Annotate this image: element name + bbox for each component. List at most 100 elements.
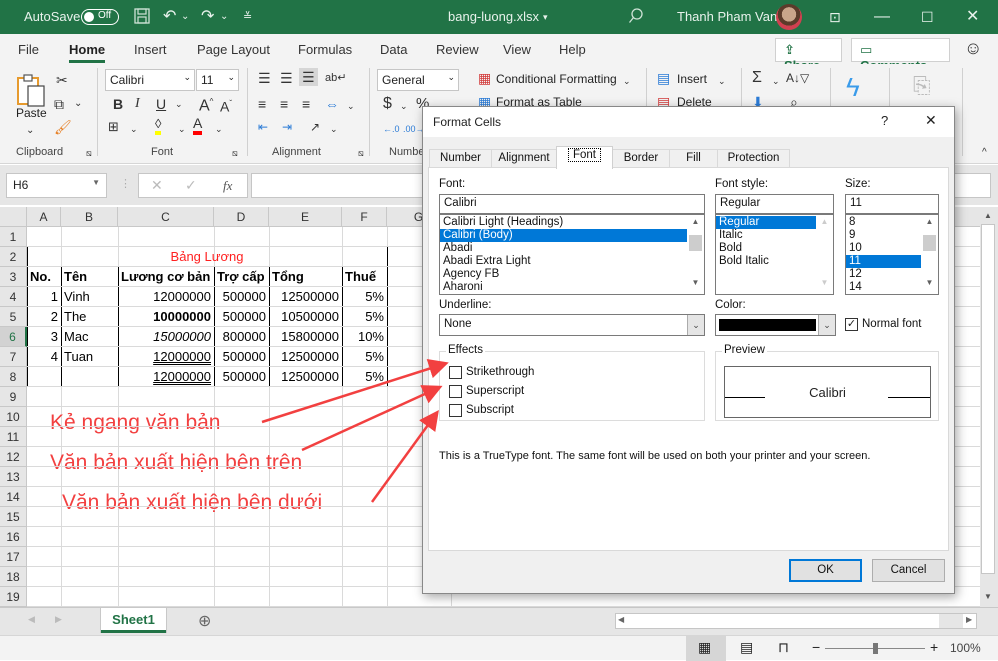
redo-dropdown-icon[interactable]: ⌄ (220, 7, 228, 27)
paste-dropdown-icon[interactable]: ⌄ (26, 122, 34, 140)
cell-name[interactable] (61, 367, 118, 387)
user-avatar[interactable] (776, 4, 802, 30)
decrease-indent-icon[interactable]: ⇤ (258, 118, 268, 136)
align-right-icon[interactable]: ≡ (302, 95, 310, 113)
scroll-up-icon[interactable]: ▲ (984, 211, 992, 220)
font-option[interactable]: Abadi Extra Light (440, 255, 704, 268)
confirm-entry-icon[interactable]: ✓ (185, 177, 197, 194)
font-size-list[interactable]: 8 9 10 11 12 14 ▲ ▼ (845, 214, 939, 295)
scroll-left-icon[interactable]: ◀ (618, 615, 624, 624)
increase-font-size-icon[interactable]: A^ (199, 93, 213, 115)
row-header-14[interactable]: 14 (0, 487, 27, 507)
sheet-tab-sheet1[interactable]: Sheet1 (101, 608, 166, 633)
cell-base-salary[interactable]: 12000000 (118, 347, 214, 367)
borders-dropdown-icon[interactable]: ⌄ (130, 120, 138, 138)
font-size-select[interactable]: 11 ⌄ (196, 69, 239, 91)
font-style-input[interactable]: Regular (715, 194, 834, 214)
scroll-up-icon[interactable]: ▲ (816, 217, 833, 231)
cell-name[interactable]: Mac (61, 327, 118, 347)
autosum-dropdown-icon[interactable]: ⌄ (772, 72, 780, 90)
alignment-launcher-icon[interactable]: ⧅ (358, 144, 364, 162)
scroll-down-icon[interactable]: ▼ (816, 278, 833, 292)
italic-icon[interactable]: I (135, 95, 140, 113)
ok-button[interactable]: OK (789, 559, 862, 582)
row-header-1[interactable]: 1 (0, 227, 27, 247)
cell-tax[interactable]: 5% (342, 367, 387, 387)
vertical-scrollbar[interactable]: ▲ ▼ (980, 207, 998, 607)
cell-allowance[interactable]: 500000 (214, 287, 269, 307)
menu-data[interactable]: Data (380, 42, 407, 57)
scroll-up-icon[interactable]: ▲ (687, 217, 704, 231)
align-top-icon[interactable]: ☰ (258, 69, 271, 87)
font-name-select[interactable]: Calibri ⌄ (105, 69, 195, 91)
merge-center-icon[interactable]: ⇔ (325, 95, 339, 113)
row-header-5[interactable]: 5 (0, 307, 27, 327)
menu-file[interactable]: File (18, 42, 39, 57)
column-header-e[interactable]: E (269, 207, 342, 227)
font-launcher-icon[interactable]: ⧅ (232, 144, 238, 162)
font-name-list[interactable]: Calibri Light (Headings) Calibri (Body) Ab… (439, 214, 705, 295)
cell-base-salary[interactable]: 15000000 (118, 327, 214, 347)
copy-dropdown-icon[interactable]: ⌄ (74, 95, 82, 113)
tab-protection[interactable]: Protection (717, 149, 790, 168)
fill-color-dropdown-icon[interactable]: ⌄ (178, 120, 186, 138)
insert-dropdown-icon[interactable]: ⌄ (718, 72, 726, 90)
menu-insert[interactable]: Insert (134, 42, 167, 57)
tab-fill[interactable]: Fill (669, 149, 718, 168)
cell-name[interactable]: The (61, 307, 118, 327)
scroll-up-icon[interactable]: ▲ (921, 217, 938, 231)
align-bottom-icon[interactable]: ☰ (299, 68, 318, 86)
save-icon[interactable] (133, 7, 151, 31)
cell-name[interactable]: Tuan (61, 347, 118, 367)
page-layout-view-icon[interactable]: ▤ (740, 639, 753, 656)
cell-tax[interactable]: 5% (342, 307, 387, 327)
subscript-label[interactable]: Subscript (466, 404, 514, 416)
autosum-icon[interactable]: Σ (752, 69, 762, 87)
wrap-text-icon[interactable]: ab↵ (325, 69, 346, 87)
add-sheet-icon[interactable]: ⊕ (198, 611, 211, 631)
column-header-c[interactable]: C (118, 207, 214, 227)
font-option[interactable]: Calibri (Body) (440, 229, 704, 242)
row-header-3[interactable]: 3 (0, 267, 27, 287)
accounting-format-icon[interactable]: $ (383, 95, 392, 113)
cell-no[interactable] (27, 367, 61, 387)
cell-allowance[interactable]: 500000 (214, 367, 269, 387)
drag-handle-icon[interactable]: ⋮ (120, 177, 131, 190)
name-box[interactable]: H6 ▼ (6, 173, 107, 198)
cell-total[interactable]: 15800000 (269, 327, 342, 347)
cell-total[interactable]: 12500000 (269, 347, 342, 367)
undo-dropdown-icon[interactable]: ⌄ (181, 7, 189, 27)
number-format-select[interactable]: General ⌄ (377, 69, 459, 91)
table-title[interactable]: Bảng Lương (27, 247, 387, 267)
undo-icon[interactable]: ↶ (163, 7, 176, 27)
zoom-in-icon[interactable]: + (930, 639, 938, 655)
row-header-4[interactable]: 4 (0, 287, 27, 307)
normal-font-checkbox[interactable]: ✓ (845, 318, 858, 331)
row-header-9[interactable]: 9 (0, 387, 27, 407)
scroll-right-icon[interactable]: ▶ (966, 615, 972, 624)
vertical-scroll-thumb[interactable] (981, 224, 995, 574)
redo-icon[interactable]: ↷ (201, 7, 214, 27)
strikethrough-checkbox[interactable] (449, 366, 462, 379)
style-list-scrollbar[interactable]: ▲ ▼ (816, 215, 833, 294)
zoom-slider-handle[interactable] (873, 643, 878, 654)
file-name[interactable]: bang-luong.xlsx (448, 9, 539, 24)
cell-no[interactable]: 2 (27, 307, 61, 327)
font-style-list[interactable]: Regular Italic Bold Bold Italic ▲ ▼ (715, 214, 834, 295)
align-center-icon[interactable]: ≡ (280, 95, 288, 113)
font-list-scrollbar[interactable]: ▲ ▼ (687, 215, 704, 294)
cell-tax[interactable]: 10% (342, 327, 387, 347)
autosave-toggle[interactable]: Off (81, 9, 119, 25)
scroll-thumb[interactable] (689, 235, 702, 251)
cell-base-salary[interactable]: 10000000 (118, 307, 214, 327)
increase-indent-icon[interactable]: ⇥ (282, 118, 292, 136)
cell-no[interactable]: 3 (27, 327, 61, 347)
cell-no[interactable]: 4 (27, 347, 61, 367)
customize-quick-access-icon[interactable]: ≚ (243, 7, 252, 27)
format-painter-icon[interactable]: 🖌 (54, 118, 72, 136)
ribbon-display-options-icon[interactable]: ⊡ (829, 7, 841, 27)
menu-view[interactable]: View (503, 42, 531, 57)
superscript-checkbox[interactable] (449, 385, 462, 398)
cell-name[interactable]: Vinh (61, 287, 118, 307)
row-header-19[interactable]: 19 (0, 587, 27, 607)
